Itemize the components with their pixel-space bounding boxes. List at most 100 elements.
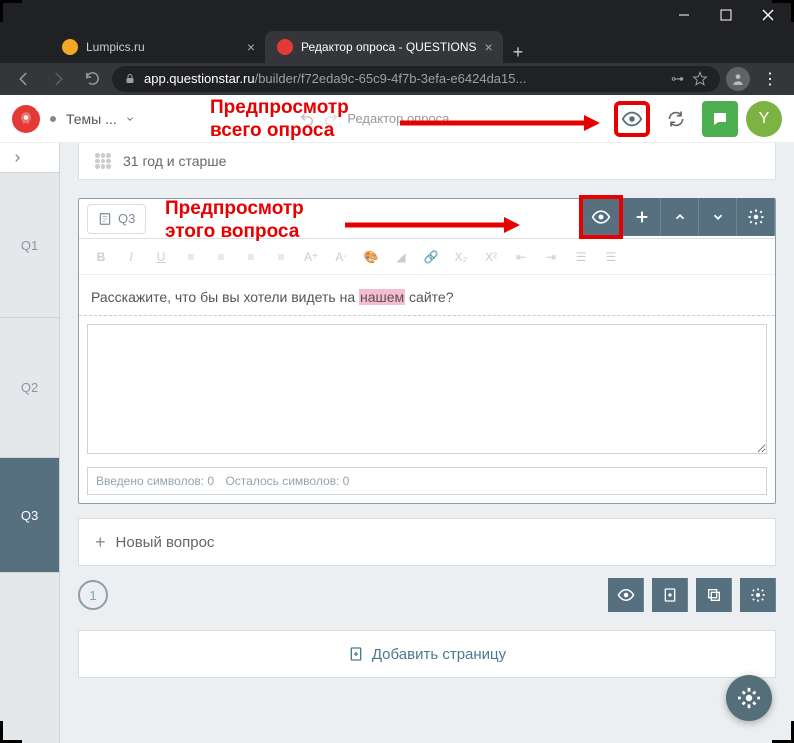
redo-icon[interactable] xyxy=(323,111,339,127)
tab-label: Lumpics.ru xyxy=(86,40,145,54)
address-row: app.questionstar.ru/builder/f72eda9c-65c… xyxy=(0,63,794,95)
sidebar-collapse-button[interactable] xyxy=(0,143,59,173)
question-card: Q3 B I U ≡ ≡ ≡ ≡ A+ A- xyxy=(78,198,776,504)
settings-button[interactable] xyxy=(737,198,775,236)
tab-questionstar[interactable]: Редактор опроса - QUESTIONS × xyxy=(265,31,503,63)
mode-label: Редактор опроса xyxy=(299,111,449,127)
sidebar-item-q2[interactable]: Q2 xyxy=(0,318,59,458)
align-right-button[interactable]: ≡ xyxy=(237,243,265,271)
themes-dropdown[interactable]: Темы ... xyxy=(66,111,135,127)
browser-menu-icon[interactable]: ⋮ xyxy=(756,65,784,93)
italic-button[interactable]: I xyxy=(117,243,145,271)
url-bar[interactable]: app.questionstar.ru/builder/f72eda9c-65c… xyxy=(112,66,720,92)
content: 31 год и старше Q3 B I U xyxy=(60,143,794,743)
eye-icon xyxy=(617,586,635,604)
lock-icon xyxy=(124,73,136,85)
move-down-button[interactable] xyxy=(699,198,737,236)
underline-button[interactable]: U xyxy=(147,243,175,271)
preview-survey-button[interactable] xyxy=(614,101,650,137)
question-type-badge[interactable]: Q3 xyxy=(87,204,146,234)
profile-icon[interactable] xyxy=(726,67,750,91)
bookmark-star-icon[interactable] xyxy=(692,71,708,87)
answer-option-row[interactable]: 31 год и старше xyxy=(78,143,776,180)
eye-icon xyxy=(621,108,643,130)
plus-icon xyxy=(634,209,650,225)
themes-label: Темы ... xyxy=(66,111,117,127)
char-counter: Введено символов: 0 Осталось символов: 0 xyxy=(87,467,767,495)
sidebar-item-q1[interactable]: Q1 xyxy=(0,173,59,318)
url-text: app.questionstar.ru/builder/f72eda9c-65c… xyxy=(144,71,663,86)
frame-corner xyxy=(0,0,22,22)
text-color-button[interactable]: 🎨 xyxy=(357,243,385,271)
bold-button[interactable]: B xyxy=(87,243,115,271)
add-page-button[interactable] xyxy=(652,578,688,612)
chevron-right-icon xyxy=(12,153,22,163)
superscript-button[interactable]: X² xyxy=(477,243,505,271)
favicon-icon xyxy=(62,39,78,55)
add-question-button[interactable] xyxy=(623,198,661,236)
file-plus-icon xyxy=(662,587,678,603)
align-left-button[interactable]: ≡ xyxy=(177,243,205,271)
font-decrease-button[interactable]: A- xyxy=(327,243,355,271)
refresh-button[interactable] xyxy=(658,101,694,137)
indent-left-button[interactable]: ⇤ xyxy=(507,243,535,271)
sidebar: Q1 Q2 Q3 xyxy=(0,143,60,743)
file-plus-icon xyxy=(348,646,364,662)
frame-corner xyxy=(0,721,22,743)
maximize-icon[interactable] xyxy=(720,9,732,21)
chat-button[interactable] xyxy=(702,101,738,137)
avatar-letter: Y xyxy=(759,110,770,128)
tab-label: Редактор опроса - QUESTIONS xyxy=(301,40,477,54)
highlight-button[interactable]: ◢ xyxy=(387,243,415,271)
subscript-button[interactable]: X₂ xyxy=(447,243,475,271)
move-up-button[interactable] xyxy=(661,198,699,236)
new-question-button[interactable]: + Новый вопрос xyxy=(78,518,776,566)
sidebar-item-q3[interactable]: Q3 xyxy=(0,458,59,573)
eye-icon xyxy=(591,207,611,227)
help-fab[interactable] xyxy=(726,675,772,721)
indent-right-button[interactable]: ⇥ xyxy=(537,243,565,271)
minimize-icon[interactable] xyxy=(678,9,690,21)
list-number-button[interactable]: ☰ xyxy=(597,243,625,271)
close-tab-icon[interactable]: × xyxy=(485,39,493,55)
window-controls xyxy=(0,0,794,31)
frame-corner xyxy=(772,0,794,22)
app-logo[interactable]: ★ xyxy=(12,105,40,133)
close-tab-icon[interactable]: × xyxy=(247,39,255,55)
question-actions xyxy=(579,198,775,239)
undo-icon[interactable] xyxy=(299,111,315,127)
frame-corner xyxy=(772,721,794,743)
status-dot xyxy=(50,116,56,122)
gear-icon xyxy=(750,587,766,603)
tab-lumpics[interactable]: Lumpics.ru × xyxy=(50,31,265,63)
add-page-label: Добавить страницу xyxy=(372,646,506,663)
new-question-label: Новый вопрос xyxy=(116,534,215,551)
favicon-icon xyxy=(277,39,293,55)
align-center-button[interactable]: ≡ xyxy=(207,243,235,271)
page-number-badge[interactable]: 1 xyxy=(78,580,108,610)
list-bullet-button[interactable]: ☰ xyxy=(567,243,595,271)
chat-icon xyxy=(711,110,729,128)
page-icon xyxy=(98,212,112,226)
new-tab-button[interactable]: + xyxy=(503,42,534,63)
key-icon[interactable]: ⊶ xyxy=(671,71,684,87)
user-avatar[interactable]: Y xyxy=(746,101,782,137)
duplicate-button[interactable] xyxy=(696,578,732,612)
answer-textarea[interactable] xyxy=(87,324,767,454)
preview-question-button[interactable] xyxy=(579,195,623,239)
drag-handle-icon[interactable] xyxy=(95,153,111,169)
gear-icon xyxy=(747,208,765,226)
add-page-bar[interactable]: Добавить страницу xyxy=(78,630,776,678)
question-prompt[interactable]: Расскажите, что бы вы хотели видеть на н… xyxy=(79,275,775,316)
browser-chrome: Lumpics.ru × Редактор опроса - QUESTIONS… xyxy=(0,0,794,95)
align-justify-button[interactable]: ≡ xyxy=(267,243,295,271)
font-increase-button[interactable]: A+ xyxy=(297,243,325,271)
preview-page-button[interactable] xyxy=(608,578,644,612)
reload-button[interactable] xyxy=(78,65,106,93)
app-header: ★ Темы ... Редактор опроса Y xyxy=(0,95,794,143)
page-settings-button[interactable] xyxy=(740,578,776,612)
forward-button xyxy=(44,65,72,93)
back-button[interactable] xyxy=(10,65,38,93)
link-button[interactable]: 🔗 xyxy=(417,243,445,271)
copy-icon xyxy=(706,587,722,603)
